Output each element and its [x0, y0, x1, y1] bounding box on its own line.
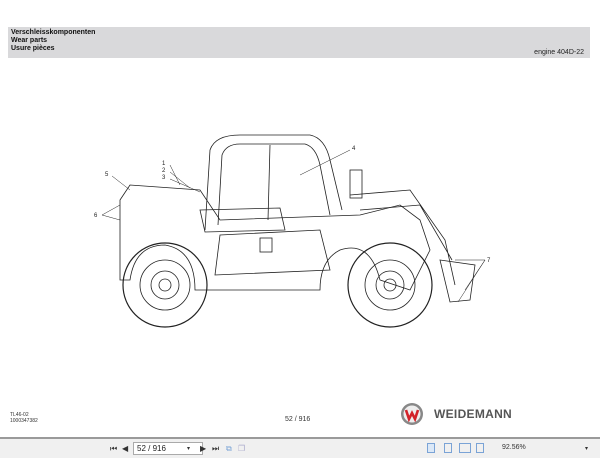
continuous-view-icon[interactable]	[444, 443, 452, 453]
copy-page-icon[interactable]: ❐	[238, 444, 245, 453]
weidemann-logo: WEIDEMANN	[400, 402, 512, 426]
zoom-level[interactable]: 92.56%	[502, 444, 526, 451]
telehandler-drawing: 1 2 3 4 5 6 7	[80, 120, 520, 330]
two-page-continuous-view-icon[interactable]	[476, 443, 484, 453]
header-title-fr: Usure pièces	[11, 45, 55, 54]
zoom-dropdown-icon[interactable]: ▾	[585, 445, 588, 452]
page-input[interactable]: 52 / 916	[133, 442, 203, 455]
brand-name: WEIDEMANN	[434, 407, 512, 421]
weidemann-logo-icon	[400, 402, 424, 426]
two-page-view-icon[interactable]	[459, 443, 471, 453]
doc-codes: TL46-02 1000347382	[10, 412, 38, 424]
callout-1: 1	[162, 161, 166, 167]
callout-4: 4	[352, 146, 356, 152]
viewer-toolbar: ⏮ ◀ 52 / 916 ▾ ▶ ⏭ ⧉ ❐ 92.56% ▾	[0, 437, 600, 458]
last-page-button[interactable]: ⏭	[212, 444, 219, 454]
callout-5: 5	[105, 172, 109, 178]
first-page-button[interactable]: ⏮	[110, 444, 117, 454]
rotate-page-icon[interactable]: ⧉	[226, 444, 232, 454]
single-page-view-icon[interactable]	[427, 443, 435, 453]
engine-label: engine 404D-22	[534, 49, 584, 56]
page-header: Verschleisskomponenten Wear parts Usure …	[8, 27, 590, 58]
doc-number: 1000347382	[10, 418, 38, 424]
page-dropdown-icon[interactable]: ▾	[187, 445, 190, 452]
rear-wheel	[123, 243, 207, 327]
page-number: 52 / 916	[285, 416, 310, 423]
callout-2: 2	[162, 168, 166, 174]
next-page-button[interactable]: ▶	[200, 444, 206, 453]
callout-7: 7	[487, 258, 491, 264]
callout-6: 6	[94, 213, 98, 219]
front-wheel	[348, 243, 432, 327]
callout-3: 3	[162, 175, 166, 181]
page-input-value: 52 / 916	[137, 444, 166, 453]
previous-page-button[interactable]: ◀	[122, 444, 128, 453]
